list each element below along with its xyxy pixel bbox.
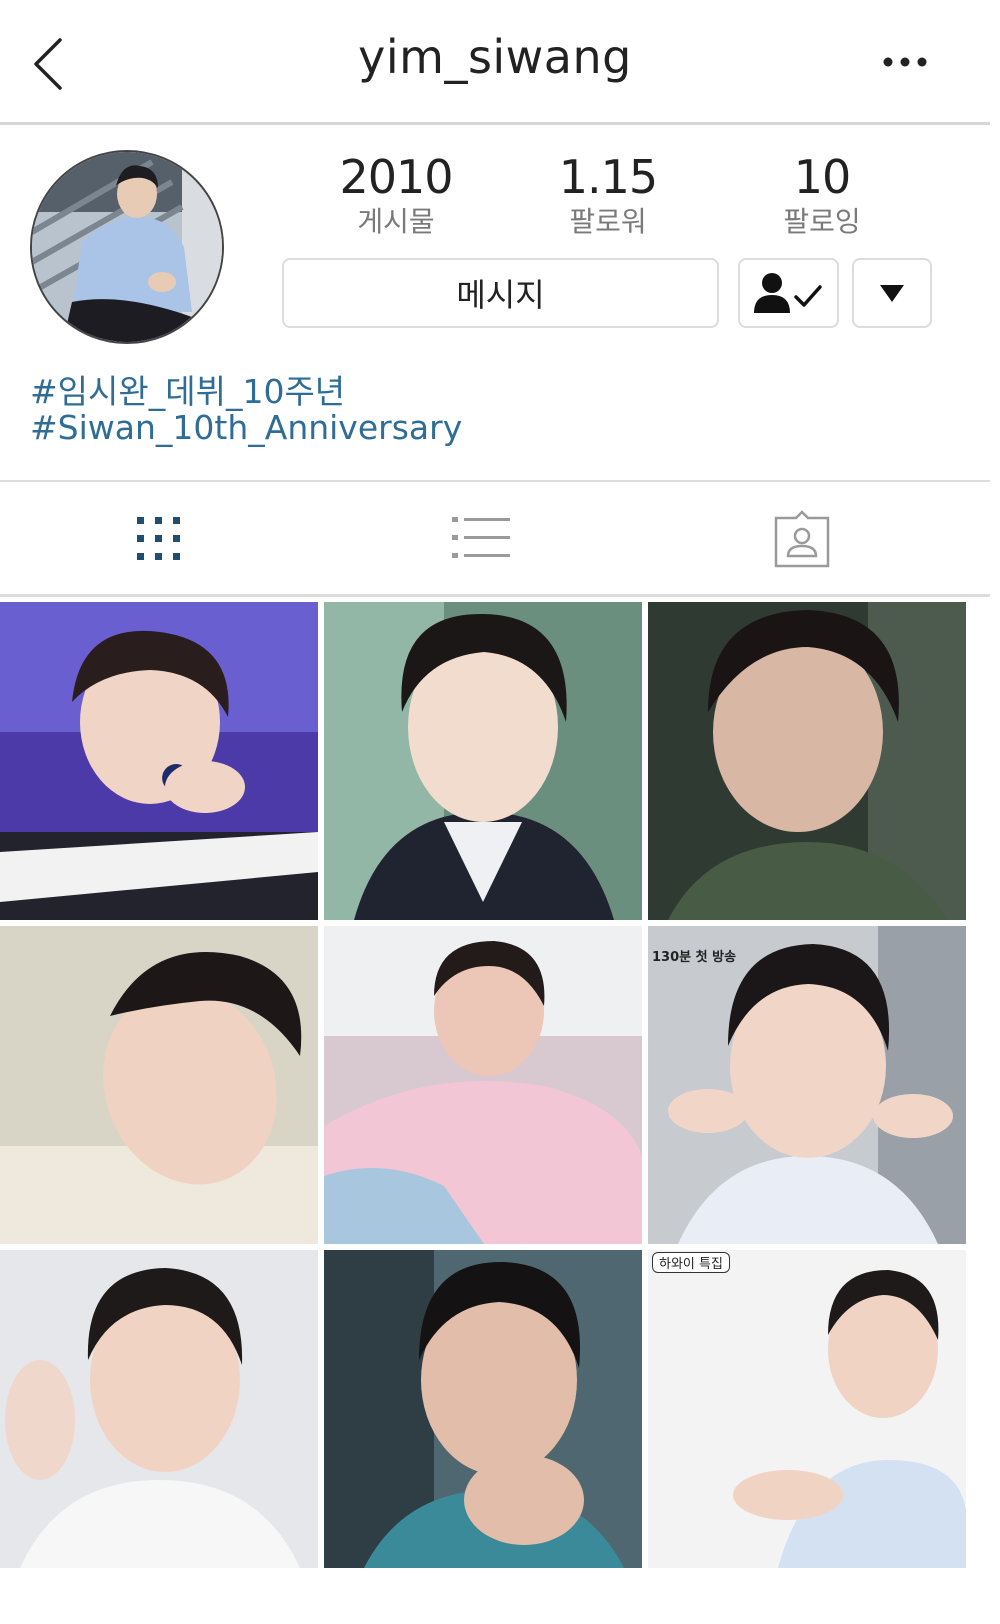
top-bar: yim_siwang (0, 0, 990, 125)
profile-photo (32, 152, 222, 342)
post-thumbnail[interactable] (0, 602, 318, 920)
username-title: yim_siwang (358, 30, 632, 84)
profile-tabs (0, 480, 990, 597)
post-thumbnail[interactable] (324, 1250, 642, 1568)
more-horizontal-icon (883, 57, 927, 67)
message-button[interactable]: 메시지 (282, 258, 719, 328)
post-image (648, 926, 966, 1244)
bio-hashtag-1[interactable]: #임시완_데뷔_10주년 (30, 365, 345, 413)
posts-count-label: 게시물 (357, 205, 435, 238)
followers-count-value: 1.15 (558, 150, 658, 204)
more-button[interactable] (880, 50, 930, 74)
posts-count-value: 2010 (339, 150, 453, 204)
post-caption: 130분 첫 방송 (652, 950, 737, 965)
tagged-user-icon (774, 510, 830, 568)
post-image (324, 1250, 642, 1568)
list-icon (452, 517, 510, 558)
post-image (0, 602, 318, 920)
profile-screen: yim_siwang 2010 게시물 1.15 팔로워 10 팔로잉 메시지 … (0, 0, 990, 1624)
following-count-value: 10 (793, 150, 852, 204)
followers-count[interactable]: 1.15 팔로워 (508, 150, 708, 240)
following-status-button[interactable] (738, 258, 839, 328)
post-image (0, 926, 318, 1244)
suggestions-dropdown-button[interactable] (852, 258, 932, 328)
bio-hashtag-2[interactable]: #Siwan_10th_Anniversary (30, 408, 462, 447)
post-thumbnail[interactable]: 130분 첫 방송 (648, 926, 966, 1244)
caret-down-icon (880, 285, 904, 302)
following-count-label: 팔로잉 (783, 205, 861, 238)
post-thumbnail[interactable] (324, 602, 642, 920)
tab-list[interactable] (446, 510, 516, 570)
post-thumbnail[interactable]: 하와이 특집 (648, 1250, 966, 1568)
post-image (324, 926, 642, 1244)
post-thumbnail[interactable] (324, 926, 642, 1244)
avatar[interactable] (30, 150, 224, 344)
user-check-icon (753, 273, 822, 313)
post-thumbnail[interactable] (648, 602, 966, 920)
grid-icon (137, 517, 180, 560)
post-caption: 하와이 특집 (652, 1252, 730, 1273)
post-image (648, 602, 966, 920)
post-grid: 130분 첫 방송 하와이 특집 (0, 602, 966, 1624)
tab-grid[interactable] (124, 510, 194, 570)
post-thumbnail[interactable] (0, 926, 318, 1244)
post-image (0, 1250, 318, 1568)
following-count[interactable]: 10 팔로잉 (722, 150, 922, 240)
tab-tagged[interactable] (770, 510, 840, 570)
post-thumbnail[interactable] (0, 1250, 318, 1568)
posts-count[interactable]: 2010 게시물 (296, 150, 496, 240)
post-image (324, 602, 642, 920)
post-image (648, 1250, 966, 1568)
followers-count-label: 팔로워 (569, 205, 647, 238)
